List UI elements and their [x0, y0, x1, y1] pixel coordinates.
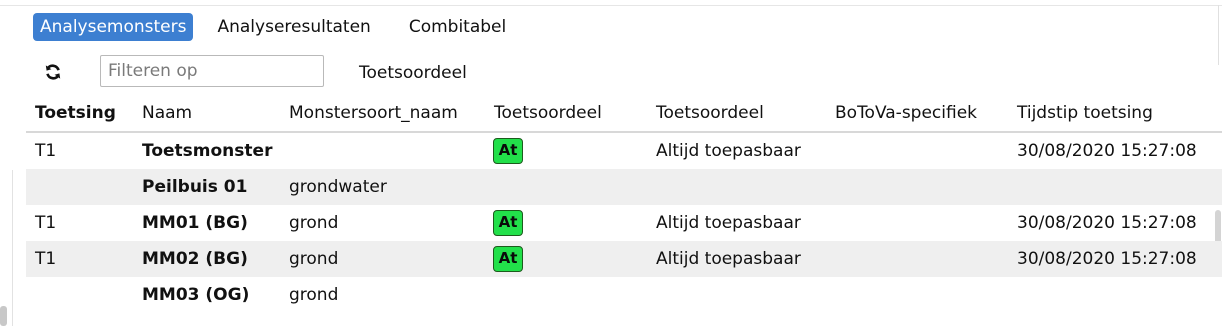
table-row[interactable]: Peilbuis 01 grondwater	[26, 169, 1222, 205]
column-header-naam[interactable]: Naam	[142, 96, 192, 131]
column-header-toetsoordeel-badge[interactable]: Toetsoordeel	[494, 96, 602, 131]
toetsoordeel-badge: At	[493, 138, 523, 164]
cell-tijdstip: 30/08/2020 15:27:08	[1017, 141, 1197, 161]
cell-monstersoort: grond	[289, 249, 339, 269]
refresh-icon	[45, 64, 61, 80]
table-row[interactable]: T1 Toetsmonster At Altijd toepasbaar 30/…	[26, 133, 1222, 169]
column-header-tijdstip[interactable]: Tijdstip toetsing	[1017, 96, 1153, 131]
column-header-toetsoordeel[interactable]: Toetsoordeel	[656, 96, 764, 131]
column-header-monstersoort[interactable]: Monstersoort_naam	[289, 96, 458, 131]
left-divider	[12, 170, 13, 326]
cell-monstersoort: grondwater	[289, 177, 387, 197]
cell-naam: MM01 (BG)	[142, 213, 248, 233]
table-row[interactable]: T1 MM02 (BG) grond At Altijd toepasbaar …	[26, 241, 1222, 277]
table-row[interactable]: T1 MM01 (BG) grond At Altijd toepasbaar …	[26, 205, 1222, 241]
cell-naam: MM03 (OG)	[142, 285, 250, 305]
results-table: Toetsing Naam Monstersoort_naam Toetsoor…	[26, 96, 1222, 313]
right-divider	[1218, 5, 1219, 65]
cell-toetsoordeel: Altijd toepasbaar	[656, 249, 801, 269]
column-header-botova[interactable]: BoToVa-specifiek	[835, 96, 977, 131]
cell-monstersoort: grond	[289, 213, 339, 233]
tab-combitabel[interactable]: Combitabel	[402, 13, 513, 41]
tab-bar: Analysemonsters Analyseresultaten Combit…	[33, 12, 513, 42]
top-divider	[0, 5, 1222, 6]
cell-tijdstip: 30/08/2020 15:27:08	[1017, 213, 1197, 233]
cell-toetsing: T1	[35, 249, 57, 269]
cell-naam: MM02 (BG)	[142, 249, 248, 269]
cell-toetsing: T1	[35, 141, 57, 161]
app-frame: Analysemonsters Analyseresultaten Combit…	[0, 0, 1222, 326]
table-row[interactable]: MM03 (OG) grond	[26, 277, 1222, 313]
cell-tijdstip: 30/08/2020 15:27:08	[1017, 249, 1197, 269]
cell-toetsoordeel: Altijd toepasbaar	[656, 213, 801, 233]
tab-analyseresultaten[interactable]: Analyseresultaten	[210, 13, 377, 41]
tab-analysemonsters[interactable]: Analysemonsters	[33, 13, 194, 41]
toetsoordeel-badge: At	[493, 246, 523, 272]
filter-column-label: Toetsoordeel	[359, 63, 467, 83]
cell-toetsoordeel: Altijd toepasbaar	[656, 141, 801, 161]
refresh-button[interactable]	[42, 61, 64, 83]
filter-input[interactable]	[100, 55, 324, 87]
toetsoordeel-badge: At	[493, 210, 523, 236]
column-header-toetsing[interactable]: Toetsing	[35, 96, 116, 131]
left-scrollbar[interactable]	[0, 306, 7, 326]
cell-monstersoort: grond	[289, 285, 339, 305]
cell-naam: Peilbuis 01	[142, 177, 248, 197]
cell-naam: Toetsmonster	[142, 141, 273, 161]
cell-toetsing: T1	[35, 213, 57, 233]
table-header: Toetsing Naam Monstersoort_naam Toetsoor…	[26, 96, 1222, 133]
